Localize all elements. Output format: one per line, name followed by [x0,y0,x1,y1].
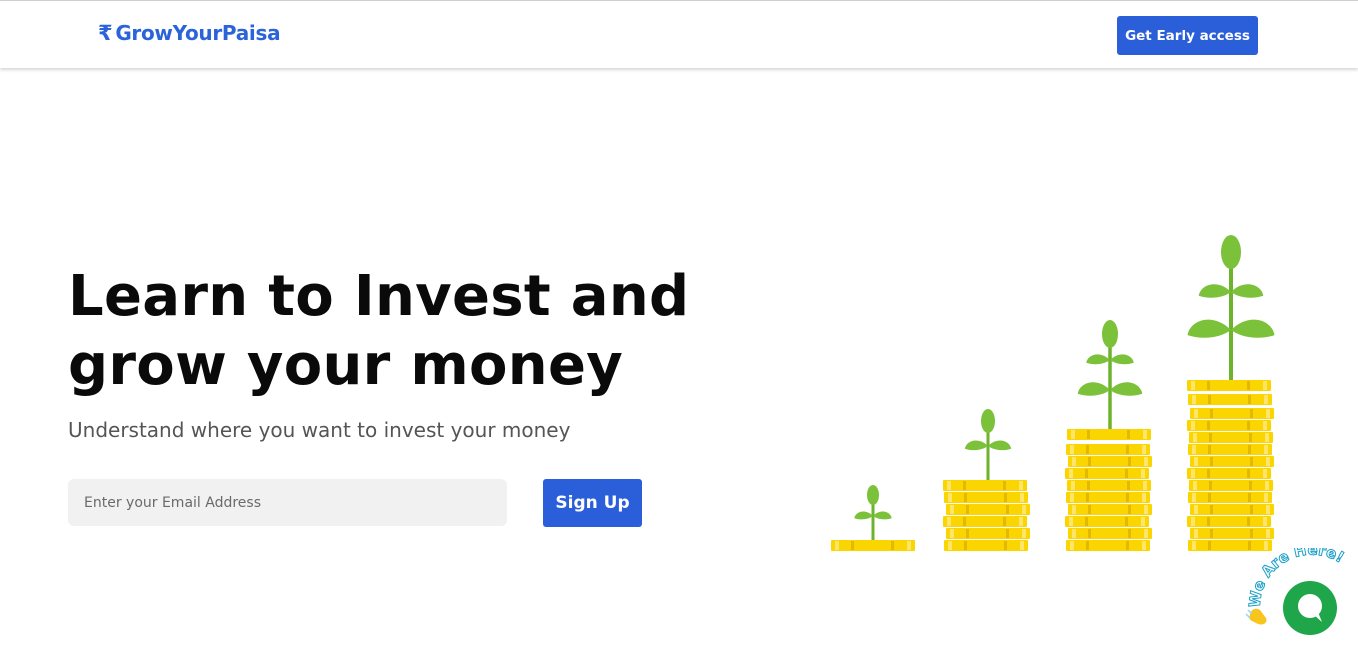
coin-stack-3 [1065,320,1152,551]
top-navbar: ₹ GrowYourPaisa Get Early access [0,0,1358,68]
brand-logo-link[interactable]: ₹ GrowYourPaisa [98,21,281,45]
hero-subtitle: Understand where you want to invest your… [68,418,571,442]
coin-stack-4 [1187,235,1275,551]
growing-coin-stacks-illustration [831,235,1275,551]
hero-title-line-2: grow your money [68,333,624,398]
brand-name: GrowYourPaisa [115,21,281,45]
chat-widget[interactable]: We Are Here! [1242,540,1358,648]
chat-widget-graphic: We Are Here! [1245,540,1348,635]
hero-title: Learn to Invest and grow your money [68,262,690,400]
hero-title-line-1: Learn to Invest and [68,264,690,329]
sign-up-button[interactable]: Sign Up [543,479,642,527]
get-early-access-button[interactable]: Get Early access [1117,16,1258,55]
email-input[interactable] [68,479,507,526]
rupee-icon: ₹ [98,21,113,45]
waving-hand-icon [1245,608,1267,625]
coin-stack-2 [943,409,1030,551]
coin-stack-1 [831,485,915,551]
